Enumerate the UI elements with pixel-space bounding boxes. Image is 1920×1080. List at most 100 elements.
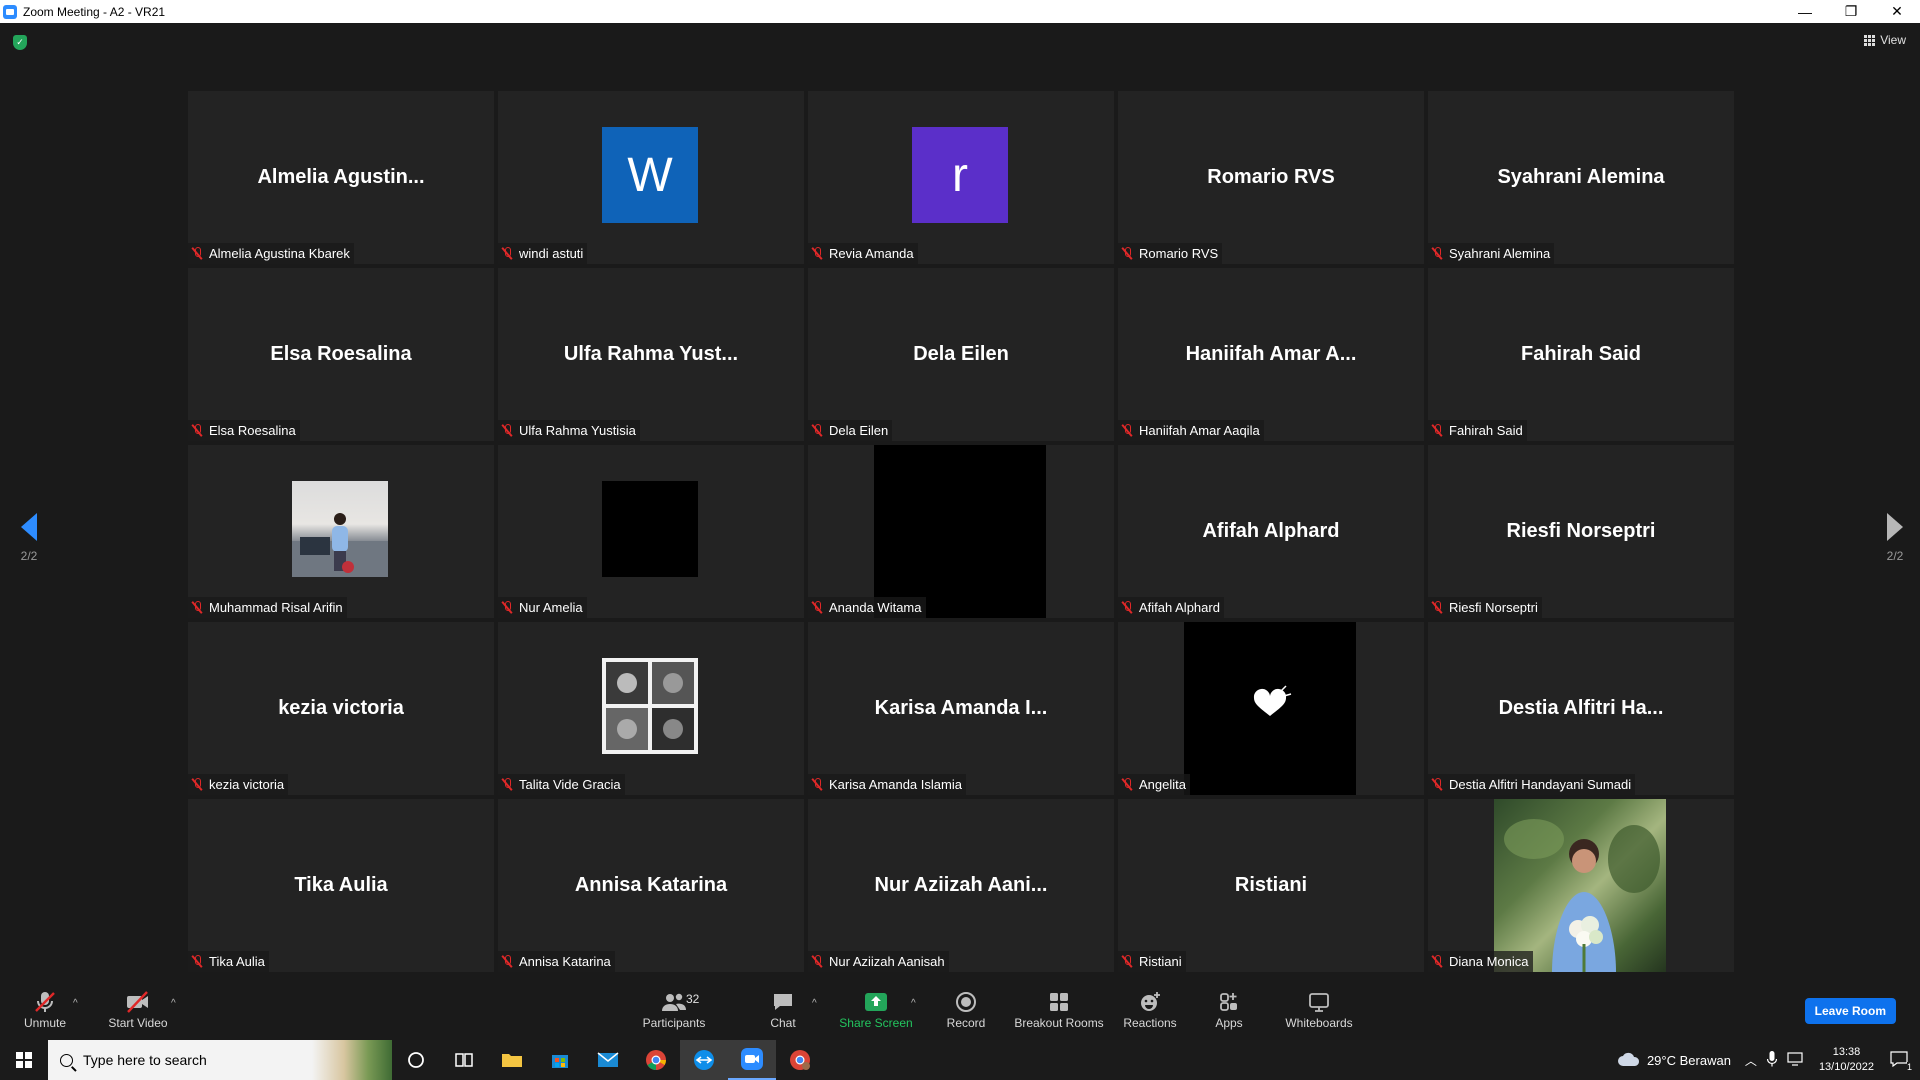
participant-name-tag: Muhammad Risal Arifin [188, 597, 347, 618]
participant-tile[interactable]: Diana Monica [1428, 799, 1734, 972]
participant-tile[interactable]: Ananda Witama [808, 445, 1114, 618]
participant-name: Ulfa Rahma Yustisia [519, 423, 636, 438]
zoom-taskbar-button[interactable] [728, 1040, 776, 1080]
previous-page-button[interactable]: 2/2 [9, 513, 49, 563]
chevron-up-icon[interactable]: ︿ [1745, 1052, 1757, 1069]
grid-view-icon [1864, 34, 1876, 46]
participant-tile[interactable]: Riesfi Norseptri Riesfi Norseptri [1428, 445, 1734, 618]
participant-tile[interactable]: Tika Aulia Tika Aulia [188, 799, 494, 972]
minimize-button[interactable]: — [1782, 0, 1828, 23]
participant-name: Karisa Amanda Islamia [829, 777, 962, 792]
participant-tile[interactable]: kezia victoria kezia victoria [188, 622, 494, 795]
participant-tile[interactable]: Syahrani Alemina Syahrani Alemina [1428, 91, 1734, 264]
participant-tile[interactable]: Muhammad Risal Arifin [188, 445, 494, 618]
reactions-button[interactable]: Reactions [1123, 980, 1177, 1040]
reactions-label: Reactions [1123, 1016, 1177, 1030]
participant-display-name: Destia Alfitri Ha... [1498, 697, 1664, 719]
chrome-button[interactable] [632, 1040, 680, 1080]
clock-date: 13/10/2022 [1818, 1061, 1874, 1073]
network-icon[interactable] [1787, 1051, 1805, 1069]
microphone-muted-icon [501, 778, 513, 791]
microphone-muted-icon [1121, 247, 1133, 260]
chrome-profile-button[interactable] [776, 1040, 824, 1080]
participant-tile[interactable]: Karisa Amanda I... Karisa Amanda Islamia [808, 622, 1114, 795]
share-options-caret[interactable]: ^ [911, 998, 916, 1009]
next-page-button[interactable]: 2/2 [1875, 513, 1915, 563]
window-controls: — ❐ ✕ [1782, 0, 1920, 23]
unmute-button[interactable]: Unmute [20, 980, 70, 1040]
participant-tile[interactable]: Wwindi astuti [498, 91, 804, 264]
whiteboard-icon [1308, 990, 1330, 1014]
participant-tile[interactable]: Elsa Roesalina Elsa Roesalina [188, 268, 494, 441]
restore-button[interactable]: ❐ [1828, 0, 1874, 23]
start-button[interactable] [0, 1040, 48, 1080]
participant-tile[interactable]: Afifah Alphard Afifah Alphard [1118, 445, 1424, 618]
task-view-button[interactable] [440, 1040, 488, 1080]
participants-button[interactable]: 32 Participants [642, 980, 706, 1040]
participant-tile[interactable]: Romario RVS Romario RVS [1118, 91, 1424, 264]
search-placeholder: Type here to search [83, 1052, 207, 1068]
clock-time: 13:38 [1832, 1046, 1861, 1058]
participant-tile[interactable]: Annisa Katarina Annisa Katarina [498, 799, 804, 972]
participant-name: Ananda Witama [829, 600, 922, 615]
record-button[interactable]: Record [945, 980, 987, 1040]
taskbar-search-box[interactable]: Type here to search [48, 1040, 392, 1080]
microphone-muted-icon [1431, 955, 1443, 968]
participant-tile[interactable]: r Revia Amanda [808, 91, 1114, 264]
microphone-muted-icon [811, 601, 823, 614]
start-video-button[interactable]: Start Video [105, 980, 171, 1040]
participant-name-tag: Karisa Amanda Islamia [808, 774, 966, 795]
participant-tile[interactable]: Nur Aziizah Aani... Nur Aziizah Aanisah [808, 799, 1114, 972]
video-options-caret[interactable]: ^ [171, 998, 176, 1009]
apps-button[interactable]: Apps [1212, 980, 1246, 1040]
microphone-muted-icon [1121, 601, 1133, 614]
view-button[interactable]: View [1864, 33, 1906, 47]
participants-label: Participants [642, 1016, 706, 1030]
file-explorer-button[interactable] [488, 1040, 536, 1080]
microphone-muted-icon [501, 601, 513, 614]
microphone-tray-icon[interactable] [1766, 1050, 1778, 1070]
taskbar-clock[interactable]: 13:38 13/10/2022 [1819, 1045, 1874, 1075]
participant-avatar: r [912, 127, 1008, 223]
participant-tile[interactable]: Fahirah Said Fahirah Said [1428, 268, 1734, 441]
participant-tile[interactable]: Ristiani Ristiani [1118, 799, 1424, 972]
participant-display-name: Dela Eilen [913, 343, 1009, 365]
participant-name: Annisa Katarina [519, 954, 611, 969]
mail-button[interactable] [584, 1040, 632, 1080]
share-screen-button[interactable]: Share Screen [838, 980, 914, 1040]
meeting-area: ✓ View 2/2 2/2 Almelia Agustin... Almelia… [0, 23, 1920, 980]
apps-label: Apps [1215, 1016, 1243, 1030]
participant-tile[interactable]: Angelita [1118, 622, 1424, 795]
participant-tile[interactable]: Dela Eilen Dela Eilen [808, 268, 1114, 441]
microphone-muted-icon [191, 424, 203, 437]
security-shield-icon[interactable]: ✓ [13, 35, 27, 50]
participant-name: Afifah Alphard [1139, 600, 1220, 615]
cortana-button[interactable] [392, 1040, 440, 1080]
close-button[interactable]: ✕ [1874, 0, 1920, 23]
notification-center-icon[interactable]: 1 [1890, 1050, 1912, 1072]
weather-text[interactable]: 29°C Berawan [1647, 1053, 1731, 1068]
participant-display-name: Almelia Agustin... [257, 166, 425, 188]
participant-tile[interactable]: Nur Amelia [498, 445, 804, 618]
participant-name: windi astuti [519, 246, 584, 261]
participant-tile[interactable]: Talita Vide Gracia [498, 622, 804, 795]
participant-tile[interactable]: Destia Alfitri Ha... Destia Alfitri Handa… [1428, 622, 1734, 795]
participant-name: Haniifah Amar Aaqila [1139, 423, 1260, 438]
chat-button[interactable]: Chat [763, 980, 803, 1040]
breakout-rooms-button[interactable]: Breakout Rooms [1013, 980, 1105, 1040]
teamviewer-button[interactable] [680, 1040, 728, 1080]
audio-options-caret[interactable]: ^ [73, 998, 78, 1009]
search-icon [60, 1053, 73, 1067]
chat-options-caret[interactable]: ^ [812, 998, 817, 1009]
participant-tile[interactable]: Ulfa Rahma Yust... Ulfa Rahma Yustisia [498, 268, 804, 441]
microphone-muted-icon [191, 955, 203, 968]
leave-room-button[interactable]: Leave Room [1804, 998, 1896, 1024]
microsoft-store-button[interactable] [536, 1040, 584, 1080]
microphone-muted-icon [33, 990, 57, 1014]
store-icon [552, 1055, 568, 1068]
participant-name: Destia Alfitri Handayani Sumadi [1449, 777, 1632, 792]
participant-tile[interactable]: Almelia Agustin... Almelia Agustina Kbare… [188, 91, 494, 264]
participant-tile[interactable]: Haniifah Amar A... Haniifah Amar Aaqila [1118, 268, 1424, 441]
whiteboards-button[interactable]: Whiteboards [1283, 980, 1355, 1040]
participant-display-name: Fahirah Said [1520, 343, 1642, 365]
